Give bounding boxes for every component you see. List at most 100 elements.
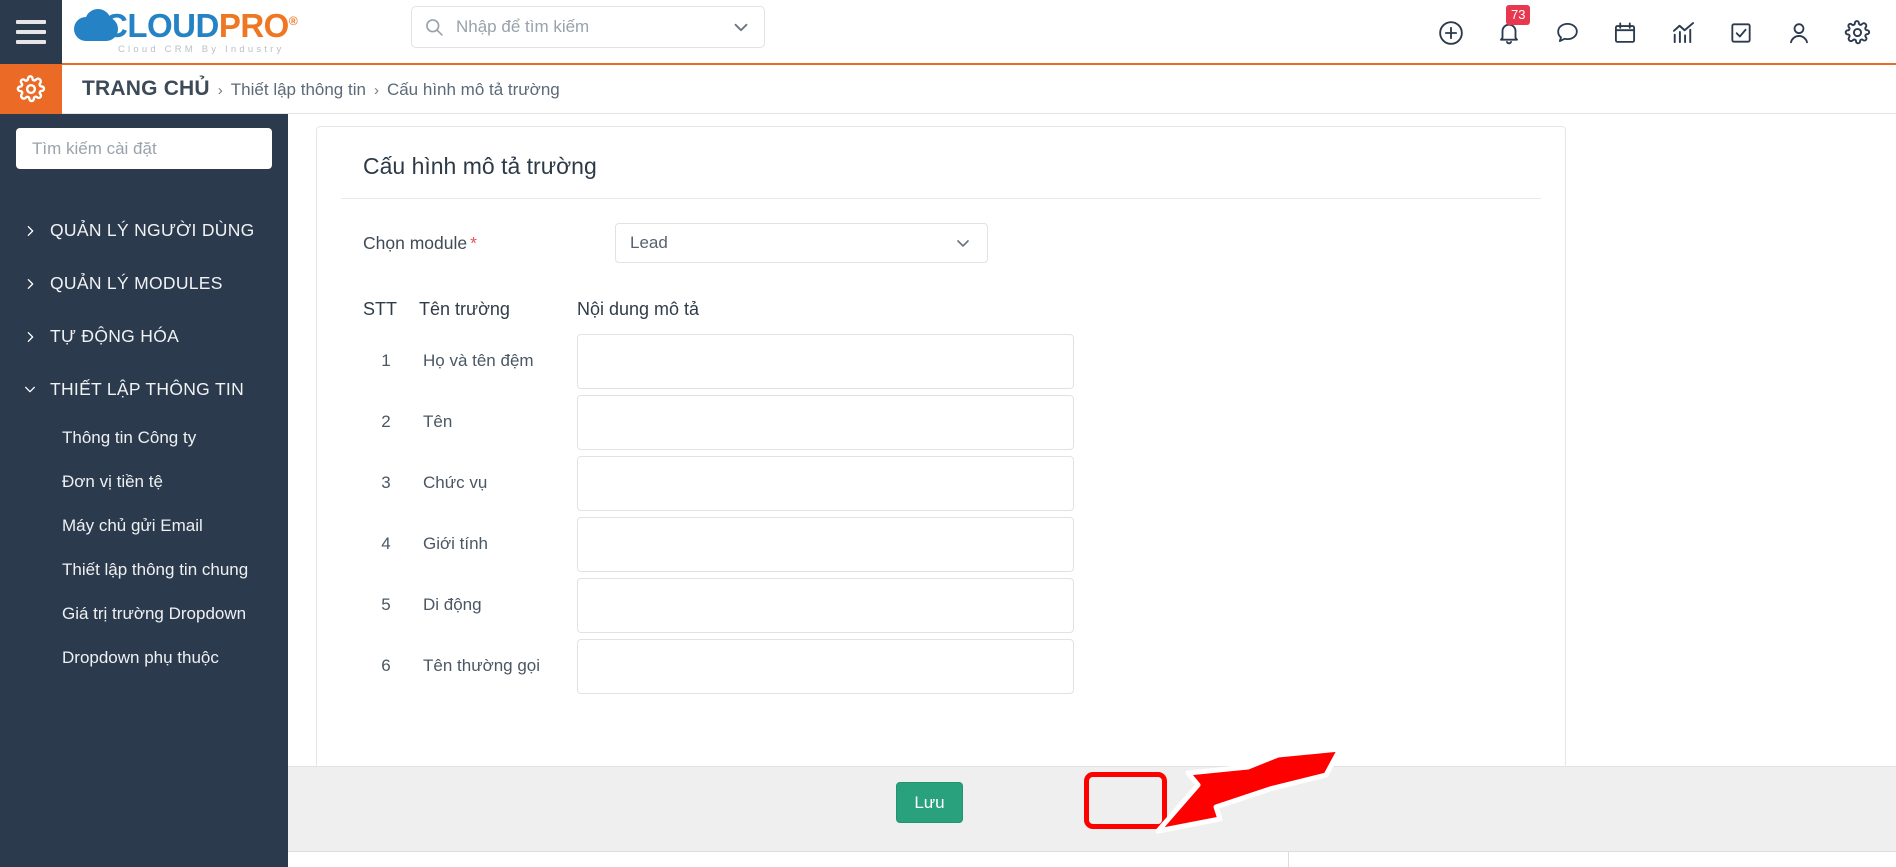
logo-pro-text: PRO xyxy=(218,7,290,44)
table-header-row: STT Tên trường Nội dung mô tả xyxy=(363,291,1565,327)
user-glyph xyxy=(1790,22,1808,43)
plus-circle-icon[interactable] xyxy=(1436,18,1466,48)
description-textarea[interactable] xyxy=(577,639,1074,694)
task-check-icon[interactable] xyxy=(1726,18,1756,48)
description-textarea[interactable] xyxy=(577,395,1074,450)
app-window: CLOUDPRO® Cloud CRM By Industry Nhập để … xyxy=(0,0,1896,867)
settings-sidebar: QUẢN LÝ NGƯỜI DÙNG QUẢN LÝ MODULES TỰ ĐỘ… xyxy=(0,114,288,867)
description-textarea[interactable] xyxy=(577,334,1074,389)
chevron-right-icon xyxy=(22,223,38,239)
save-button[interactable]: Lưu xyxy=(896,782,963,823)
row-field-name: Chức vụ xyxy=(423,473,488,492)
sidebar-item-label: TỰ ĐỘNG HÓA xyxy=(50,326,180,346)
hamburger-line xyxy=(16,39,46,44)
sidebar-item-label: QUẢN LÝ NGƯỜI DÙNG xyxy=(50,220,255,240)
hamburger-line xyxy=(16,19,46,24)
bell-icon[interactable]: 73 xyxy=(1494,4,1531,48)
module-select-dropdown[interactable]: Lead xyxy=(615,223,988,263)
gear-glyph xyxy=(1844,20,1870,45)
row-index: 5 xyxy=(381,595,391,614)
field-description-table: STT Tên trường Nội dung mô tả 1 Họ và tê… xyxy=(317,291,1565,694)
sidebar-subitem-general-info-setup[interactable]: Thiết lập thông tin chung xyxy=(0,548,288,592)
chevron-right-icon xyxy=(22,276,38,292)
table-row: 5 Di động xyxy=(363,571,1565,633)
sidebar-subitem-label: Thông tin Công ty xyxy=(62,428,197,447)
sidebar-subitem-dropdown-values[interactable]: Giá trị trường Dropdown xyxy=(0,592,288,636)
chart-glyph xyxy=(1672,22,1694,44)
breadcrumb-home[interactable]: TRANG CHỦ xyxy=(82,77,210,101)
row-field-name: Họ và tên đệm xyxy=(423,351,534,370)
plus-circle-glyph xyxy=(1439,20,1463,45)
table-row: 6 Tên thường gọi xyxy=(363,632,1565,694)
calendar-glyph xyxy=(1614,22,1636,43)
chat-glyph xyxy=(1556,22,1578,42)
table-row: 4 Giới tính xyxy=(363,510,1565,572)
module-select-label: Chọn module * xyxy=(363,233,615,254)
app-logo[interactable]: CLOUDPRO® Cloud CRM By Industry xyxy=(74,0,298,64)
logo-cloud-text: CLOUD xyxy=(104,7,219,44)
settings-section-gear-icon[interactable] xyxy=(0,64,62,114)
row-field-name: Giới tính xyxy=(423,534,489,553)
sidebar-item-module-management[interactable]: QUẢN LÝ MODULES xyxy=(0,257,288,310)
sidebar-subitem-label: Đơn vị tiền tệ xyxy=(62,472,163,491)
sidebar-subitem-dependent-dropdown[interactable]: Dropdown phụ thuộc xyxy=(0,636,288,680)
notification-badge: 73 xyxy=(1506,4,1531,25)
row-field-name: Tên thường gọi xyxy=(423,656,541,675)
page-title: Cấu hình mô tả trường xyxy=(363,153,597,179)
sidebar-item-automation[interactable]: TỰ ĐỘNG HÓA xyxy=(0,310,288,363)
table-row: 1 Họ và tên đệm xyxy=(363,327,1565,389)
description-textarea[interactable] xyxy=(577,517,1074,572)
sidebar-item-information-setup[interactable]: THIẾT LẬP THÔNG TIN xyxy=(0,363,288,416)
page-bottom-strip xyxy=(288,851,1896,867)
row-description-cell xyxy=(577,449,1074,516)
sidebar-subitem-label: Máy chủ gửi Email xyxy=(62,516,203,535)
chevron-right-icon xyxy=(22,329,38,345)
search-input[interactable] xyxy=(454,16,730,38)
hamburger-menu-icon[interactable] xyxy=(0,0,62,64)
sidebar-subitem-label: Giá trị trường Dropdown xyxy=(62,604,247,623)
settings-gear-icon[interactable] xyxy=(1842,18,1872,48)
row-description-cell xyxy=(577,510,1074,577)
main-content-area: Cấu hình mô tả trường Chọn module * Lead … xyxy=(288,114,1896,867)
breadcrumb-bar: TRANG CHỦ › Thiết lập thông tin › Cấu hì… xyxy=(0,64,1896,114)
sidebar-subitem-label: Dropdown phụ thuộc xyxy=(62,648,219,667)
column-header-description: Nội dung mô tả xyxy=(577,298,700,319)
user-icon[interactable] xyxy=(1784,18,1814,48)
table-row: 2 Tên xyxy=(363,388,1565,450)
row-index: 1 xyxy=(381,351,391,370)
field-description-config-card: Cấu hình mô tả trường Chọn module * Lead … xyxy=(316,126,1566,826)
logo-text: CLOUDPRO® xyxy=(104,7,298,44)
row-description-cell xyxy=(577,388,1074,455)
chevron-down-icon xyxy=(22,383,38,396)
search-icon xyxy=(426,19,443,36)
row-field-name: Di động xyxy=(423,595,482,614)
sidebar-subitem-label: Thiết lập thông tin chung xyxy=(62,560,249,579)
analytics-icon[interactable] xyxy=(1668,18,1698,48)
row-description-cell xyxy=(577,571,1074,638)
sidebar-subitem-email-server[interactable]: Máy chủ gửi Email xyxy=(0,504,288,548)
top-navigation-bar: CLOUDPRO® Cloud CRM By Industry Nhập để … xyxy=(0,0,1896,65)
chat-bubble-icon[interactable] xyxy=(1552,18,1582,48)
description-textarea[interactable] xyxy=(577,456,1074,511)
global-search-bar[interactable] xyxy=(411,6,765,48)
row-field-name: Tên xyxy=(423,412,453,431)
hamburger-line xyxy=(16,29,46,34)
breadcrumb-settings-info[interactable]: Thiết lập thông tin xyxy=(231,80,366,100)
description-textarea[interactable] xyxy=(577,578,1074,633)
breadcrumb-current: Cấu hình mô tả trường xyxy=(386,80,560,99)
sidebar-search-input[interactable] xyxy=(30,137,258,160)
calendar-icon[interactable] xyxy=(1610,18,1640,48)
row-description-cell xyxy=(577,327,1074,394)
logo-row: CLOUDPRO® xyxy=(74,7,298,44)
sidebar-subitem-currency[interactable]: Đơn vị tiền tệ xyxy=(0,460,288,504)
row-index: 3 xyxy=(381,473,391,492)
module-select-value: Lead xyxy=(630,233,668,252)
row-index: 2 xyxy=(381,412,391,431)
module-select-row: Chọn module * Lead xyxy=(317,199,1565,263)
sidebar-search-box[interactable] xyxy=(16,128,272,169)
sidebar-item-user-management[interactable]: QUẢN LÝ NGƯỜI DÙNG xyxy=(0,204,288,257)
chevron-down-icon[interactable] xyxy=(730,16,752,38)
sidebar-subitem-company-info[interactable]: Thông tin Công ty xyxy=(0,416,288,460)
row-index: 6 xyxy=(381,656,391,675)
form-action-footer: Lưu xyxy=(288,766,1896,851)
